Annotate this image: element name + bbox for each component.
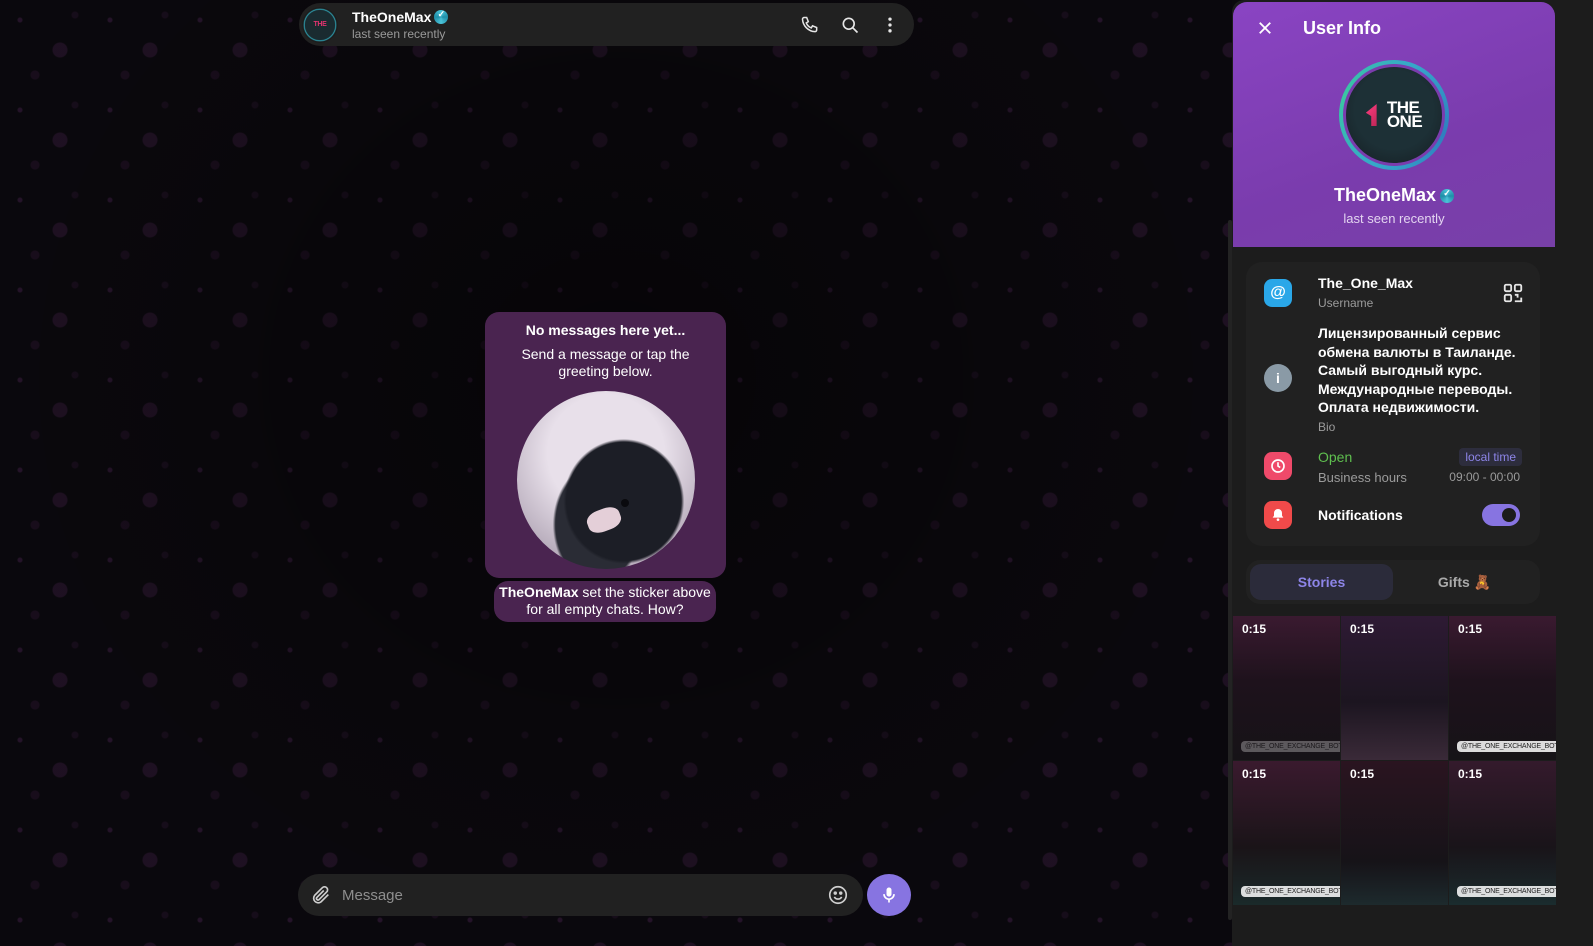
empty-chat-card: No messages here yet... Send a message o… [485,312,726,578]
story-tag: @THE_ONE_EXCHANGE_BOT [1457,886,1556,897]
verified-icon [434,9,449,24]
story-item[interactable]: 0:15 @THE_ONE_EXCHANGE_BOT [1233,761,1340,905]
emoji-icon[interactable] [827,884,849,906]
empty-chat-title: No messages here yet... [525,322,686,338]
story-duration: 0:15 [1458,622,1483,636]
tab-gifts[interactable]: Gifts 🧸 [1393,564,1536,600]
voice-record-button[interactable] [867,874,911,916]
greeting-sticker[interactable] [516,391,695,569]
tab-stories[interactable]: Stories [1250,564,1393,600]
avatar-logo: THE [313,21,327,28]
phone-icon[interactable] [800,15,820,35]
logo-line-2: ONE [1386,112,1423,131]
panel-header-bar: User Info [1253,16,1381,40]
story-item[interactable]: 0:15 [1341,616,1448,760]
story-duration: 0:15 [1242,622,1267,636]
story-tag: @THE_ONE_EXCHANGE_BOT [1241,741,1340,752]
chat-status: last seen recently [352,26,446,41]
profile-status: last seen recently [1343,211,1445,226]
verified-icon [1440,188,1455,203]
media-tabs: Stories Gifts 🧸 [1246,560,1540,604]
story-tag: @THE_ONE_EXCHANGE_BOT [1241,886,1340,897]
message-input[interactable] [342,886,827,904]
hours-value: 09:00 - 00:00 [1449,470,1520,484]
profile-name: TheOneMax [1233,185,1555,206]
panel-title: User Info [1303,17,1382,38]
story-duration: 0:15 [1350,767,1375,781]
bio-row[interactable]: i Лицензированный сервис обмена валюты в… [1246,324,1540,436]
profile-avatar-inner: THE ONE [1343,64,1445,166]
story-duration: 0:15 [1242,767,1267,781]
profile-name-text: TheOneMax [1333,185,1437,205]
username-label: Username [1318,296,1374,310]
notifications-toggle[interactable] [1482,504,1520,526]
chat-header[interactable]: THE TheOneMax last seen recently [299,3,914,46]
hours-status: Open [1318,449,1353,465]
stories-grid: 0:15 @THE_ONE_EXCHANGE_BOT 0:15 0:15 @TH… [1233,616,1556,946]
user-info-panel: User Info THE ONE TheOneMax last seen re… [1232,0,1593,946]
story-tag: @THE_ONE_EXCHANGE_BOT [1457,741,1556,752]
username-row[interactable]: @ The_One_Max Username [1246,262,1540,324]
chat-title: TheOneMax [352,8,449,25]
local-time-toggle[interactable]: local time [1459,448,1522,466]
search-icon[interactable] [840,15,860,35]
microphone-icon [883,887,895,903]
avatar[interactable]: THE [302,6,338,43]
close-icon[interactable] [1253,16,1277,40]
more-icon[interactable] [880,15,900,35]
profile-header: User Info THE ONE TheOneMax last seen re… [1233,2,1555,247]
story-item[interactable]: 0:15 @THE_ONE_EXCHANGE_BOT [1449,761,1556,905]
notifications-label: Notifications [1318,507,1403,523]
qr-code-icon[interactable] [1502,282,1524,304]
bio-label: Bio [1318,420,1336,434]
chat-area: THE TheOneMax last seen recently No mess… [0,0,1232,946]
logo-mark-icon [1365,104,1377,126]
empty-chat-note[interactable]: TheOneMax set the sticker above for all … [494,581,716,622]
story-item[interactable]: 0:15 @THE_ONE_EXCHANGE_BOT [1233,616,1340,760]
bio-text: Лицензированный сервис обмена валюты в Т… [1318,325,1516,415]
story-item[interactable]: 0:15 [1341,761,1448,905]
empty-note-name: TheOneMax [499,584,579,600]
at-sign-icon: @ [1264,279,1292,307]
chat-title-block[interactable]: TheOneMax last seen recently [352,8,449,41]
clock-icon [1264,452,1292,480]
info-card: @ The_One_Max Username i Лицензированный… [1246,262,1540,546]
story-item[interactable]: 0:15 @THE_ONE_EXCHANGE_BOT [1449,616,1556,760]
bell-icon [1264,501,1292,529]
message-composer [298,874,863,916]
hours-label: Business hours [1318,470,1407,485]
story-duration: 0:15 [1350,622,1375,636]
profile-logo: THE ONE [1365,99,1423,131]
attach-icon[interactable] [310,884,332,906]
info-icon: i [1264,364,1292,392]
empty-chat-subtitle: Send a message or tap the greeting below… [521,346,690,379]
header-actions [800,15,900,35]
profile-avatar[interactable]: THE ONE [1339,60,1449,170]
story-duration: 0:15 [1458,767,1483,781]
chat-title-text: TheOneMax [352,8,432,25]
username-value: The_One_Max [1318,275,1413,291]
